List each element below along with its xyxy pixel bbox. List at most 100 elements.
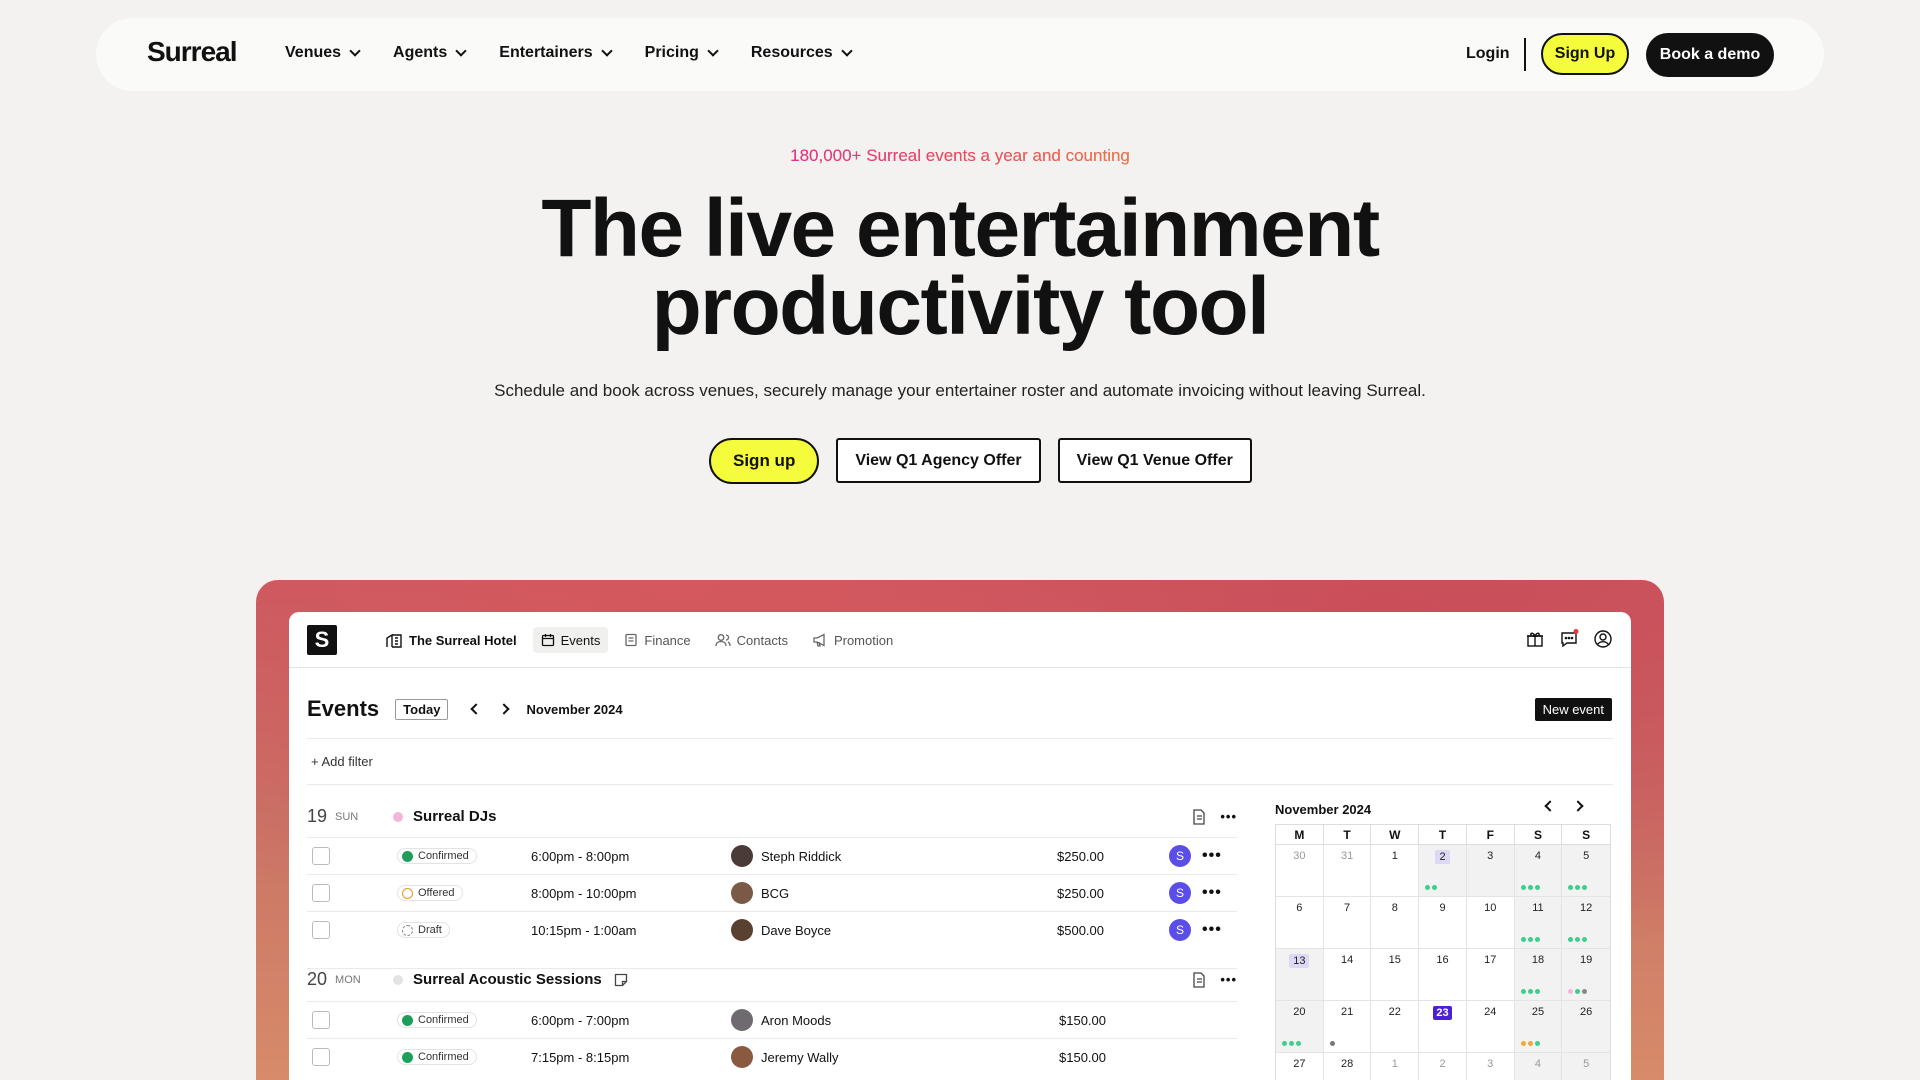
hero-signup-button[interactable]: Sign up [709, 438, 820, 484]
event-name[interactable]: Surreal DJs [413, 808, 496, 825]
table-row[interactable]: Offered 8:00pm - 10:00pm BCG $250.00 S •… [307, 874, 1237, 911]
cal-day[interactable]: 4 [1514, 1053, 1563, 1080]
cal-day[interactable]: 25 [1514, 1001, 1563, 1053]
cal-day[interactable]: 2 [1419, 845, 1467, 897]
venue-offer-button[interactable]: View Q1 Venue Offer [1057, 438, 1252, 483]
hero-eyebrow: 180,000+ Surreal events a year and count… [0, 146, 1920, 166]
more-options-icon[interactable]: ••• [1202, 921, 1222, 939]
tab-contacts[interactable]: Contacts [707, 627, 796, 653]
user-account-icon[interactable] [1593, 629, 1613, 649]
new-event-button[interactable]: New event [1534, 698, 1612, 721]
next-month-icon[interactable] [498, 703, 511, 715]
prev-month-icon[interactable] [470, 703, 483, 715]
add-filter-button[interactable]: + Add filter [311, 754, 373, 769]
menu-resources[interactable]: Resources [751, 44, 853, 62]
cal-day[interactable]: 28 [1324, 1053, 1372, 1080]
price: $500.00 [1057, 922, 1104, 938]
entertainer[interactable]: Dave Boyce [731, 919, 831, 941]
more-options-icon[interactable]: ••• [1202, 847, 1222, 865]
cal-day[interactable]: 4 [1514, 845, 1563, 897]
cal-day[interactable]: 21 [1323, 1001, 1372, 1053]
cal-day[interactable]: 11 [1514, 897, 1563, 949]
cal-day[interactable]: 14 [1323, 949, 1372, 1001]
document-icon[interactable] [1192, 971, 1206, 988]
cal-prev-icon[interactable] [1544, 800, 1556, 812]
entertainer[interactable]: Steph Riddick [731, 845, 841, 867]
cal-day[interactable]: 31 [1323, 845, 1372, 897]
table-row[interactable]: Draft 10:15pm - 1:00am Dave Boyce $500.0… [307, 911, 1237, 948]
more-options-icon[interactable]: ••• [1220, 809, 1237, 824]
cal-day[interactable]: 5 [1562, 1053, 1611, 1080]
table-row[interactable]: Confirmed 6:00pm - 7:00pm Aron Moods $15… [307, 1001, 1237, 1038]
more-options-icon[interactable]: ••• [1220, 972, 1237, 987]
cal-day[interactable]: 18 [1514, 949, 1563, 1001]
entertainer[interactable]: Jeremy Wally [731, 1046, 839, 1068]
venue-switcher[interactable]: The Surreal Hotel [377, 627, 525, 653]
cal-day[interactable]: 5 [1562, 845, 1611, 897]
entertainer[interactable]: Aron Moods [731, 1009, 831, 1031]
today-button[interactable]: Today [395, 698, 449, 720]
gift-icon[interactable] [1525, 629, 1545, 649]
cal-day[interactable]: 6 [1276, 897, 1324, 949]
note-icon[interactable] [614, 973, 628, 987]
headline-line-1: The live entertainment [541, 183, 1380, 274]
status-badge: Confirmed [397, 848, 477, 864]
cal-day[interactable]: 22 [1371, 1001, 1420, 1053]
tab-finance[interactable]: Finance [616, 627, 698, 653]
top-nav: Surreal Venues Agents Entertainers Prici… [96, 18, 1824, 91]
cal-day[interactable]: 17 [1466, 949, 1515, 1001]
cal-day[interactable]: 13 [1276, 949, 1324, 1001]
tab-promotion[interactable]: Promotion [804, 627, 901, 653]
document-icon[interactable] [1192, 808, 1206, 825]
status-badge: Confirmed [397, 1049, 477, 1065]
cal-day[interactable]: 15 [1371, 949, 1420, 1001]
cal-day-label: 3 [1487, 850, 1494, 862]
more-options-icon[interactable]: ••• [1202, 884, 1222, 902]
cal-day[interactable]: 3 [1466, 845, 1515, 897]
cal-day[interactable]: 16 [1419, 949, 1467, 1001]
cal-day[interactable]: 19 [1562, 949, 1611, 1001]
login-link[interactable]: Login [1466, 45, 1510, 63]
cal-day[interactable]: 1 [1371, 1053, 1420, 1080]
table-row[interactable]: Confirmed 7:15pm - 8:15pm Jeremy Wally $… [307, 1038, 1237, 1075]
agency-offer-button[interactable]: View Q1 Agency Offer [836, 438, 1041, 483]
chat-icon[interactable] [1559, 629, 1579, 649]
price: $150.00 [1059, 1049, 1106, 1065]
cal-day[interactable]: 10 [1466, 897, 1515, 949]
cal-day[interactable]: 24 [1466, 1001, 1515, 1053]
mini-calendar-nav [1536, 800, 1592, 812]
cal-day[interactable]: 20 [1276, 1001, 1324, 1053]
entertainer-name: Dave Boyce [761, 922, 832, 938]
cal-day[interactable]: 27 [1276, 1053, 1324, 1080]
menu-agents[interactable]: Agents [393, 44, 467, 62]
row-checkbox[interactable] [312, 921, 330, 939]
table-row[interactable]: Confirmed 6:00pm - 8:00pm Steph Riddick … [307, 837, 1237, 874]
cal-day[interactable]: 9 [1419, 897, 1467, 949]
signup-button[interactable]: Sign Up [1541, 33, 1629, 75]
cal-day[interactable]: 23 [1419, 1001, 1467, 1053]
entertainer[interactable]: BCG [731, 882, 789, 904]
event-name[interactable]: Surreal Acoustic Sessions [413, 971, 602, 988]
cal-day[interactable]: 12 [1562, 897, 1611, 949]
cal-next-icon[interactable] [1572, 800, 1584, 812]
cal-day[interactable]: 3 [1467, 1053, 1515, 1080]
confirmed-check-icon [402, 1051, 413, 1063]
row-checkbox[interactable] [312, 847, 330, 865]
building-icon [386, 633, 402, 648]
surreal-logo[interactable]: Surreal [147, 36, 237, 68]
cal-day[interactable]: 1 [1371, 845, 1420, 897]
cal-day[interactable]: 8 [1371, 897, 1420, 949]
cal-day[interactable]: 7 [1323, 897, 1372, 949]
row-checkbox[interactable] [312, 1011, 330, 1029]
tab-events[interactable]: Events [532, 627, 609, 653]
cal-day[interactable]: 2 [1419, 1053, 1467, 1080]
cal-day[interactable]: 26 [1562, 1001, 1611, 1053]
app-logo[interactable]: S [307, 625, 337, 655]
menu-venues[interactable]: Venues [285, 44, 361, 62]
row-checkbox[interactable] [312, 884, 330, 902]
row-checkbox[interactable] [312, 1048, 330, 1066]
menu-entertainers[interactable]: Entertainers [499, 44, 613, 62]
book-demo-button[interactable]: Book a demo [1646, 33, 1774, 77]
cal-day[interactable]: 30 [1276, 845, 1324, 897]
menu-pricing[interactable]: Pricing [645, 44, 719, 62]
